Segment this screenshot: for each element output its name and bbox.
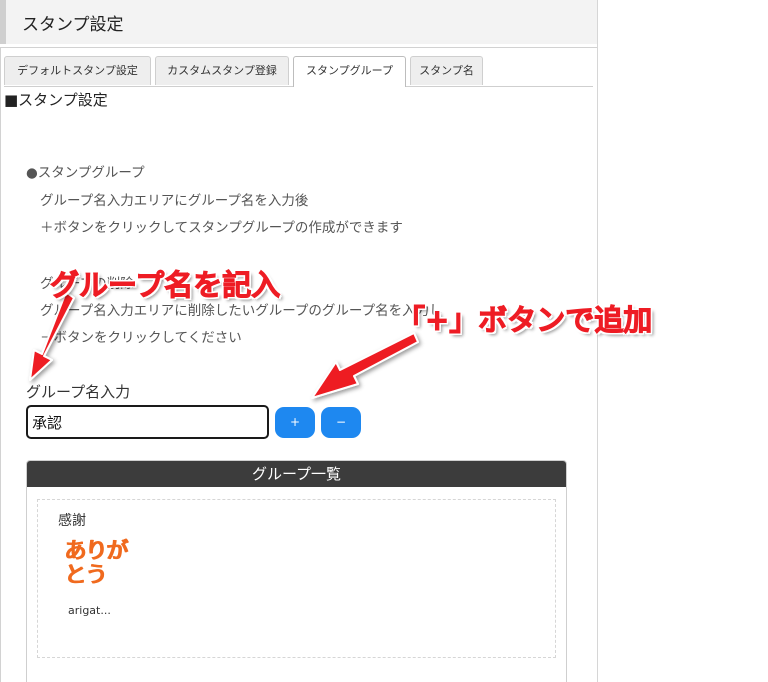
stamp-caption: arigat... <box>68 604 111 617</box>
group-name-input[interactable] <box>26 405 269 439</box>
tab-custom-stamp[interactable]: カスタムスタンプ登録 <box>155 56 289 85</box>
stamp-text-line1: ありが <box>64 539 128 564</box>
tab-default-stamp[interactable]: デフォルトスタンプ設定 <box>4 56 151 85</box>
group-name-label: グループ名入力 <box>26 383 131 401</box>
group-list-title: グループ一覧 <box>27 461 566 487</box>
section-title: ■スタンプ設定 <box>4 91 108 109</box>
stamp-settings-page: スタンプ設定 デフォルトスタンプ設定 カスタムスタンプ登録 スタンプグループ ス… <box>0 0 768 682</box>
tab-stamp-name[interactable]: スタンプ名 <box>410 56 483 85</box>
group-list: グループ一覧 感謝 ありが とう arigat... <box>26 460 567 682</box>
group-name: 感謝 <box>58 513 86 529</box>
help-delete-line2: －ボタンをクリックしてください <box>40 330 242 346</box>
help-create-heading: ●スタンプグループ <box>26 165 145 181</box>
tab-bar: デフォルトスタンプ設定 カスタムスタンプ登録 スタンプグループ スタンプ名 <box>4 56 593 87</box>
remove-group-button[interactable]: − <box>321 407 361 438</box>
annotation-enter-name: グループ名を記入 <box>49 268 281 303</box>
page-title: スタンプ設定 <box>22 15 124 35</box>
tab-stamp-group[interactable]: スタンプグループ <box>293 56 406 87</box>
help-create-line2: ＋ボタンをクリックしてスタンプグループの作成ができます <box>40 220 403 236</box>
stamp-text-line2: とう <box>64 563 107 588</box>
help-create-line1: グループ名入力エリアにグループ名を入力後 <box>40 193 309 209</box>
stamp-image[interactable]: ありが とう <box>64 540 128 600</box>
annotation-add-button: 「+」ボタンで追加 <box>395 303 653 338</box>
add-group-button[interactable]: + <box>275 407 315 438</box>
right-divider <box>597 0 598 682</box>
page-header: スタンプ設定 <box>0 0 597 44</box>
group-item: 感謝 ありが とう arigat... <box>37 499 556 658</box>
